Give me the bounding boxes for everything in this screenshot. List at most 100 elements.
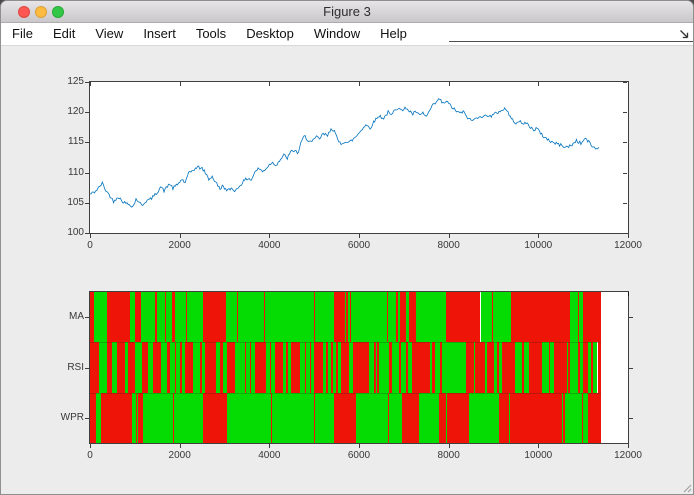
signal-segment [412,342,430,392]
y-tick-mark [85,82,89,83]
signal-segment [353,342,370,392]
signal-segment [227,393,271,443]
x-tick-mark-top [628,82,629,86]
signal-segment [442,342,466,392]
menu-item-edit[interactable]: Edit [43,23,85,45]
signal-segment [570,342,578,392]
signal-segment [475,342,485,392]
signal-segment [227,342,235,392]
x-tick-label: 10000 [524,240,552,251]
x-tick-mark [90,444,91,448]
menu-item-desktop[interactable]: Desktop [236,23,304,45]
x-tick-mark [449,444,450,448]
minimize-button[interactable] [35,6,47,18]
signal-segment [235,342,245,392]
x-tick-mark [538,444,539,448]
x-tick-mark-top [628,292,629,296]
x-tick-mark [180,444,181,448]
y-tick-mark [85,142,89,143]
x-tick-label: 12000 [614,240,642,251]
y-tick-mark [85,112,89,113]
row-label-wpr: WPR [50,412,84,423]
x-tick-label: 8000 [438,450,460,461]
y-tick-mark [85,233,89,234]
x-tick-label: 6000 [348,240,370,251]
signal-segment [291,342,299,392]
signal-segment [265,292,314,342]
signal-segment [510,393,561,443]
row-label-ma: MA [50,311,84,322]
signal-segment [439,393,446,443]
signal-segment [554,342,567,392]
row-tick-mark-right [629,317,633,318]
menu-item-insert[interactable]: Insert [133,23,186,45]
signal-segment [493,292,511,342]
signal-segment [416,292,446,342]
signal-segment [392,342,399,392]
x-tick-mark [628,444,629,448]
signal-segment [469,393,499,443]
signal-segment [409,292,416,342]
signal-segment [334,393,356,443]
price-chart-axes: 0200040006000800010000120001001051101151… [89,81,629,234]
row-divider [90,393,601,394]
signal-segment [99,342,108,392]
signal-segment [205,342,216,392]
y-tick-mark [85,173,89,174]
signal-segment [511,292,569,342]
window-title: Figure 3 [1,1,693,22]
signal-segment [141,292,155,342]
menu-item-view[interactable]: View [85,23,133,45]
close-button[interactable] [18,6,30,18]
signal-segment [101,393,132,443]
y-tick-label: 110 [48,167,84,179]
signal-segment [193,342,200,392]
y-tick-mark [85,203,89,204]
y-tick-label: 120 [48,106,84,118]
signal-segment [542,342,549,392]
signal-segment [203,393,227,443]
signal-segment [598,342,602,392]
menu-item-tools[interactable]: Tools [186,23,236,45]
signal-segment [175,292,187,342]
signal-segment [90,342,99,392]
signal-segment [351,292,387,342]
signal-segment [107,292,130,342]
x-tick-mark [359,444,360,448]
zoom-button[interactable] [52,6,64,18]
x-tick-label: 0 [87,240,93,251]
signal-segment [153,342,160,392]
signal-segment [466,342,474,392]
figure-window: Figure 3 File Edit View Insert Tools Des… [0,0,694,495]
title-bar[interactable]: Figure 3 [1,1,693,23]
signal-segment [174,393,203,443]
row-divider [90,342,601,343]
signal-segment [203,292,226,342]
menu-bar: File Edit View Insert Tools Desktop Wind… [1,23,693,46]
signal-segment [481,292,493,342]
menu-item-file[interactable]: File [2,23,43,45]
price-line [90,99,599,207]
x-tick-mark [269,444,270,448]
row-tick-mark [85,418,89,419]
signal-segment [334,292,344,342]
signal-segment [272,393,314,443]
menu-item-help[interactable]: Help [370,23,417,45]
x-tick-mark [359,234,360,238]
figure-canvas: 0200040006000800010000120001001051101151… [1,46,694,495]
menu-item-window[interactable]: Window [304,23,370,45]
x-tick-label: 0 [87,450,93,461]
signal-segment [529,342,542,392]
y-tick-label: 105 [48,197,84,209]
signal-segment [157,292,165,342]
signal-segment [315,393,334,443]
x-tick-mark [449,234,450,238]
signal-segment [499,393,510,443]
signal-segment [389,393,403,443]
signal-segment [583,292,601,342]
y-tick-label: 125 [48,76,84,88]
signal-segment [379,342,389,392]
menu-overflow-arrow-icon[interactable] [678,28,690,40]
resize-grip-icon[interactable] [681,482,692,493]
signal-segment [588,393,601,443]
